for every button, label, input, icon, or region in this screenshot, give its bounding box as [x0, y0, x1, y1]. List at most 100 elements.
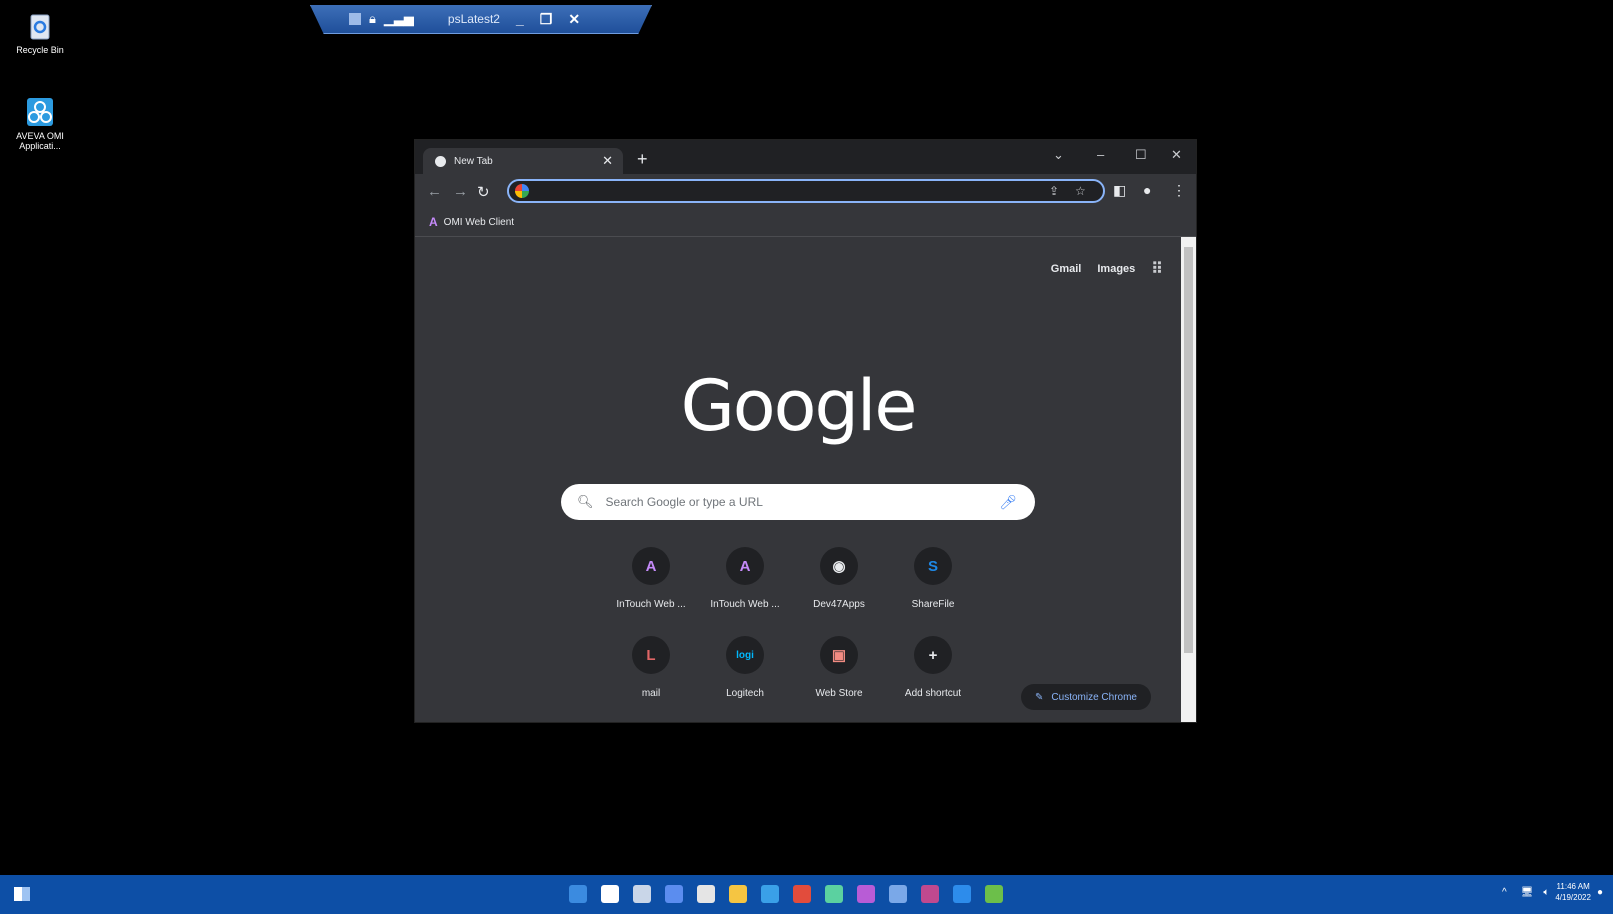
profile-icon[interactable]: ●: [1143, 182, 1151, 198]
remote-desktop-connection-bar: 🔒︎ ▁▃▅ psLatest2 _ ❐ ✕: [310, 5, 652, 34]
shortcut-icon: A: [726, 547, 764, 585]
network-icon[interactable]: 🖥︎: [1521, 887, 1534, 898]
shortcut-tile[interactable]: A InTouch Web ...: [698, 547, 792, 610]
back-icon[interactable]: ←: [427, 183, 442, 200]
share-icon[interactable]: ⇪: [1049, 184, 1059, 198]
bookmarks-bar: A OMI Web Client: [415, 210, 1196, 237]
recycle-bin-icon: [30, 14, 50, 40]
desktop-icon-recycle-bin[interactable]: Recycle Bin: [0, 10, 80, 55]
browser-toolbar: ← → ↻ ⇪ ☆ ◧ ● ⋮: [415, 174, 1196, 210]
shortcut-icon: S: [914, 547, 952, 585]
shortcut-tile[interactable]: ◉ Dev47Apps: [792, 547, 886, 610]
minimize-icon[interactable]: –: [1097, 147, 1104, 162]
chrome-icon: [435, 155, 446, 167]
close-icon[interactable]: ✕: [568, 11, 580, 28]
side-panel-icon[interactable]: ◧: [1113, 182, 1126, 199]
page-scrollbar[interactable]: [1181, 237, 1196, 722]
shortcut-label: Logitech: [726, 688, 764, 699]
clock-time: 11:46 AM: [1556, 882, 1590, 891]
menu-icon[interactable]: ⋮: [1172, 182, 1186, 199]
customize-chrome-button[interactable]: ✎ Customize Chrome: [1021, 684, 1151, 710]
chrome-window: New Tab ✕ + ⌄ – ☐ ✕ ← → ↻ ⇪ ☆ ◧ ● ⋮ A OM…: [415, 140, 1196, 722]
taskbar-app-icon[interactable]: [569, 885, 587, 903]
shortcut-label: InTouch Web ...: [616, 599, 686, 610]
taskbar-app-icon[interactable]: [889, 885, 907, 903]
forward-icon[interactable]: →: [453, 183, 468, 200]
minimize-icon[interactable]: _: [516, 11, 524, 27]
taskbar-app-icon[interactable]: [825, 885, 843, 903]
shortcut-icon: logi: [726, 636, 764, 674]
signal-strength-icon: ▁▃▅: [383, 11, 414, 26]
taskbar-apps: [569, 885, 1017, 903]
desktop-icon-label: Recycle Bin: [16, 45, 64, 55]
google-apps-icon[interactable]: ⠿: [1151, 259, 1163, 279]
ntp-search-box[interactable]: 🔍︎ 🎤︎: [561, 484, 1035, 520]
taskbar-app-icon[interactable]: [857, 885, 875, 903]
shortcut-label: mail: [641, 688, 661, 699]
bookmark-omi-web-client[interactable]: A OMI Web Client: [429, 215, 514, 229]
taskbar-app-icon[interactable]: [729, 885, 747, 903]
system-tray: ^ 🖥︎ 🔈︎ 11:46 AM 4/19/2022 ●: [1502, 881, 1603, 903]
taskbar-app-icon[interactable]: [793, 885, 811, 903]
google-logo: Google: [680, 365, 918, 447]
notification-icon[interactable]: ●: [1597, 887, 1603, 898]
taskbar-app-icon[interactable]: [665, 885, 683, 903]
tab-search-icon[interactable]: ⌄: [1053, 147, 1064, 163]
shortcut-tile[interactable]: ▣ Web Store: [792, 636, 886, 699]
taskbar-app-icon[interactable]: [697, 885, 715, 903]
taskbar-app-icon[interactable]: [985, 885, 1003, 903]
taskbar-app-icon[interactable]: [953, 885, 971, 903]
address-bar[interactable]: ⇪ ☆: [507, 179, 1105, 203]
shortcut-icon: ▣: [820, 636, 858, 674]
shortcut-icon: L: [632, 636, 670, 674]
google-icon: [515, 184, 529, 198]
restore-icon[interactable]: ❐: [540, 11, 553, 28]
pencil-icon: ✎: [1035, 691, 1044, 703]
volume-icon[interactable]: 🔈︎: [1543, 887, 1549, 898]
tab-strip: New Tab ✕ + ⌄ – ☐ ✕: [415, 140, 1196, 174]
rdp-connection-title: psLatest2: [447, 12, 500, 26]
rdp-start-icon[interactable]: [14, 887, 30, 901]
tab-title: New Tab: [454, 155, 493, 167]
scrollbar-thumb[interactable]: [1184, 247, 1193, 653]
bookmark-star-icon[interactable]: ☆: [1075, 184, 1086, 198]
shortcut-icon: ◉: [820, 547, 858, 585]
pin-icon[interactable]: [349, 13, 361, 25]
customize-label: Customize Chrome: [1051, 691, 1137, 703]
gmail-link[interactable]: Gmail: [1051, 263, 1082, 275]
clock-date: 4/19/2022: [1555, 893, 1591, 902]
search-input[interactable]: [603, 494, 988, 510]
taskbar-app-icon[interactable]: [761, 885, 779, 903]
shortcut-tile[interactable]: + Add shortcut: [886, 636, 980, 699]
close-icon[interactable]: ✕: [1171, 147, 1182, 163]
new-tab-page: Gmail Images ⠿ Google 🔍︎ 🎤︎ A InTouch Web…: [415, 237, 1181, 722]
chevron-up-icon[interactable]: ^: [1502, 887, 1507, 898]
bookmark-label: OMI Web Client: [443, 216, 515, 228]
images-link[interactable]: Images: [1097, 263, 1135, 275]
search-icon: 🔍︎: [577, 494, 594, 509]
tab-new-tab[interactable]: New Tab ✕: [423, 148, 623, 174]
clock[interactable]: 11:46 AM 4/19/2022: [1555, 881, 1591, 903]
shortcut-label: Add shortcut: [904, 688, 962, 699]
taskbar: ^ 🖥︎ 🔈︎ 11:46 AM 4/19/2022 ●: [0, 875, 1613, 914]
shortcut-tile[interactable]: Lmail: [604, 636, 698, 699]
shortcut-label: Dev47Apps: [813, 599, 865, 610]
taskbar-app-icon[interactable]: [921, 885, 939, 903]
microphone-icon[interactable]: 🎤︎: [999, 494, 1017, 511]
shortcut-label: Web Store: [815, 688, 863, 699]
shortcut-label: ShareFile: [911, 599, 955, 610]
desktop-icon-aveva-omi[interactable]: AVEVA OMI Applicati...: [0, 96, 80, 151]
aveva-omi-icon: [27, 98, 53, 126]
taskbar-app-icon[interactable]: [601, 885, 619, 903]
tab-close-icon[interactable]: ✕: [602, 153, 613, 169]
new-tab-button[interactable]: +: [637, 149, 648, 170]
aveva-icon: A: [429, 215, 438, 229]
maximize-icon[interactable]: ☐: [1135, 147, 1147, 163]
shortcut-tile[interactable]: logi Logitech: [698, 636, 792, 699]
lock-icon: 🔒︎: [369, 11, 376, 26]
shortcut-tile[interactable]: S ShareFile: [886, 547, 980, 610]
ntp-header-links: Gmail Images ⠿: [1035, 259, 1163, 279]
shortcut-tile[interactable]: A InTouch Web ...: [604, 547, 698, 610]
taskbar-app-icon[interactable]: [633, 885, 651, 903]
reload-icon[interactable]: ↻: [477, 183, 490, 201]
